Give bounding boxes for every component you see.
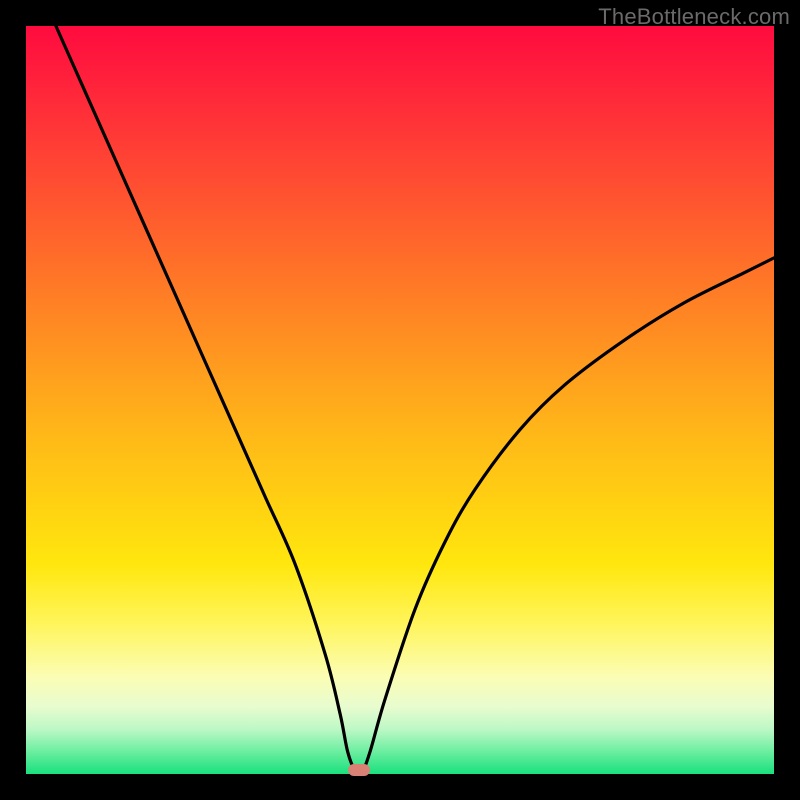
plot-area — [26, 26, 774, 774]
minimum-marker — [348, 764, 370, 776]
watermark-text: TheBottleneck.com — [598, 4, 790, 30]
bottleneck-curve — [26, 26, 774, 774]
chart-frame: TheBottleneck.com — [0, 0, 800, 800]
